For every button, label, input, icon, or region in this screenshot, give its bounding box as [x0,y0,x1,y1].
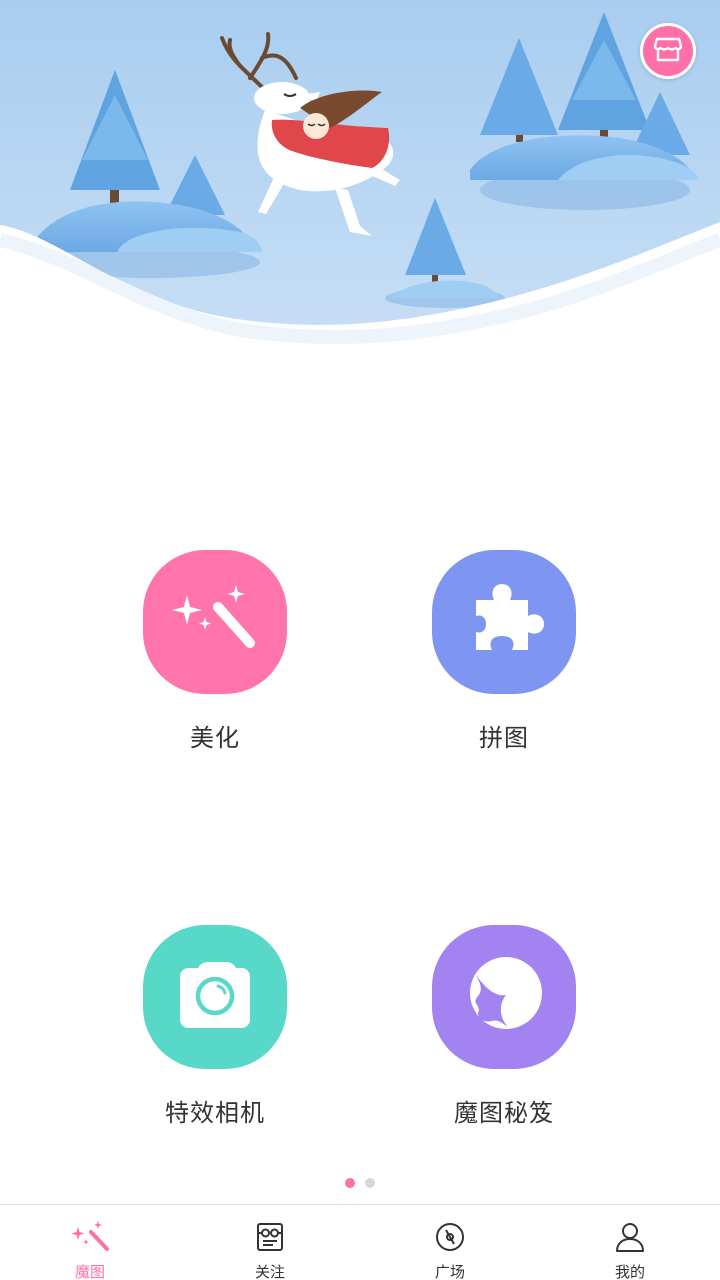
effect-camera-tile[interactable] [143,925,287,1069]
tips-feature[interactable]: 魔图秘笈 [394,925,614,1135]
page-dot-1[interactable] [345,1178,355,1188]
store-button[interactable] [640,23,696,79]
collage-feature[interactable]: 拼图 [394,550,614,760]
tab-me-label: 我的 [614,1263,645,1280]
face-profile-icon [466,957,542,1037]
beautify-label: 美化 [190,724,240,752]
tips-tile[interactable] [432,925,576,1069]
tab-mogu-label: 魔图 [74,1263,105,1280]
page-dot-2[interactable] [365,1178,375,1188]
compass-icon [434,1221,466,1257]
tips-label: 魔图秘笈 [454,1099,554,1127]
beautify-tile[interactable] [143,550,287,694]
page-indicator [0,1178,720,1188]
store-icon [653,35,683,67]
tab-plaza[interactable]: 广场 [360,1205,540,1280]
winter-banner-illustration [0,0,720,370]
magic-wand-sparkle-icon [170,585,260,659]
effect-camera-label: 特效相机 [165,1099,265,1127]
collage-tile[interactable] [432,550,576,694]
bottom-tab-bar: 魔图 关注 广场 我的 [0,1204,720,1280]
beautify-feature[interactable]: 美化 [105,550,325,760]
camera-icon [180,962,250,1032]
magic-wand-icon [70,1221,110,1257]
tab-me[interactable]: 我的 [540,1205,720,1280]
follow-icon [254,1221,286,1257]
tab-follow-label: 关注 [254,1263,285,1280]
tab-plaza-label: 广场 [434,1263,465,1280]
profile-icon [614,1221,646,1257]
collage-label: 拼图 [479,724,529,752]
puzzle-piece-icon [464,580,544,664]
effect-camera-feature[interactable]: 特效相机 [105,925,325,1135]
tab-follow[interactable]: 关注 [180,1205,360,1280]
tab-mogu[interactable]: 魔图 [0,1205,180,1280]
